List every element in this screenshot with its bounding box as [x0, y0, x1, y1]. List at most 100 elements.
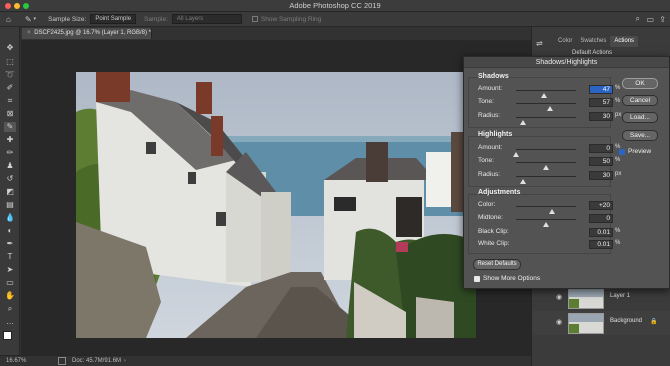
frame-tool-icon[interactable]: ⊠ [4, 109, 16, 119]
more-tools-icon[interactable]: … [4, 317, 16, 327]
eraser-tool-icon[interactable]: ◩ [4, 187, 16, 197]
village-photo [76, 72, 476, 338]
clone-stamp-icon[interactable]: ♟ [4, 161, 16, 171]
chevron-down-icon[interactable]: ▾ [34, 16, 37, 22]
eyedropper-icon[interactable]: ✎ [4, 122, 16, 132]
highlights-tone-thumb[interactable] [543, 165, 549, 170]
color-track[interactable] [516, 206, 576, 214]
shadows-radius-field[interactable]: 30 [589, 112, 613, 121]
white-clip-field[interactable]: 0.01 [589, 240, 613, 249]
shadows-amount-field[interactable]: 47 [589, 85, 613, 94]
midtone-track[interactable] [516, 219, 576, 227]
adjustments-heading: Adjustments [478, 189, 521, 196]
shadows-heading: Shadows [478, 73, 509, 80]
highlights-radius-unit: px [615, 171, 622, 177]
shape-tool-icon[interactable]: ▭ [4, 278, 16, 288]
marquee-tool-icon[interactable]: ⬚ [4, 57, 16, 67]
type-tool-icon[interactable]: T [4, 252, 16, 262]
layer-name[interactable]: Layer 1 [610, 293, 630, 299]
pen-tool-icon[interactable]: ✒ [4, 239, 16, 249]
tab-actions[interactable]: Actions [610, 36, 639, 47]
highlights-tone-unit: % [615, 157, 621, 163]
reset-defaults-button[interactable]: Reset Defaults [473, 259, 521, 270]
move-tool-icon[interactable]: ✥ [4, 43, 16, 53]
layer-row-layer1[interactable]: ◉ Layer 1 [532, 286, 670, 310]
sample-select[interactable]: All Layers [171, 14, 242, 24]
eye-icon[interactable]: ◉ [556, 293, 562, 301]
eye-icon[interactable]: ◉ [556, 318, 562, 326]
sample-size-select[interactable]: Point Sample [90, 14, 137, 24]
blur-tool-icon[interactable]: 💧 [4, 213, 16, 223]
crop-tool-icon[interactable]: ⌗ [4, 96, 16, 106]
shadows-tone-row: Tone: 57 % [478, 98, 620, 111]
hand-tool-icon[interactable]: ✋ [4, 291, 16, 301]
color-field[interactable]: +20 [589, 201, 613, 210]
shadows-tone-track[interactable] [516, 103, 576, 111]
cancel-button[interactable]: Cancel [622, 95, 658, 106]
highlights-radius-field[interactable]: 30 [589, 171, 613, 180]
history-brush-icon[interactable]: ↺ [4, 174, 16, 184]
show-ring-label: Show Sampling Ring [260, 15, 322, 23]
zoom-window-button[interactable] [23, 3, 29, 9]
path-select-icon[interactable]: ➤ [4, 265, 16, 275]
white-clip-label: White Clip: [478, 240, 510, 247]
load-button[interactable]: Load... [622, 112, 658, 123]
share-icon[interactable]: ⇪ [659, 15, 666, 24]
zoom-level[interactable]: 16.67% [6, 356, 26, 366]
highlights-amount-field[interactable]: 0 [589, 144, 613, 153]
zoom-tool-icon[interactable]: ⌕ [4, 304, 16, 314]
document-image[interactable] [76, 72, 476, 338]
layer-row-background[interactable]: ◉ Background 🔒 [532, 311, 670, 335]
highlights-tone-track[interactable] [516, 162, 576, 170]
healing-brush-icon[interactable]: ✚ [4, 135, 16, 145]
home-icon[interactable]: ⌂ [6, 15, 11, 24]
midtone-field[interactable]: 0 [589, 214, 613, 223]
window-title-bar: Adobe Photoshop CC 2019 [0, 0, 670, 12]
highlights-tone-field[interactable]: 50 [589, 157, 613, 166]
info-icon [58, 357, 66, 365]
brush-tool-icon[interactable]: ✏ [4, 148, 16, 158]
quick-select-tool-icon[interactable]: ✐ [4, 83, 16, 93]
shadows-tone-field[interactable]: 57 [589, 98, 613, 107]
lock-icon[interactable]: 🔒 [650, 318, 657, 325]
show-ring-checkbox[interactable] [251, 16, 258, 22]
highlights-radius-thumb[interactable] [520, 179, 527, 184]
minimize-window-button[interactable] [14, 3, 20, 9]
shadows-amount-track[interactable] [516, 90, 576, 98]
show-more-options-checkbox[interactable] [474, 276, 480, 282]
shadows-radius-unit: px [615, 112, 622, 118]
preview-checkbox[interactable] [619, 149, 625, 155]
document-tab[interactable]: × DSCF2425.jpg @ 16.7% (Layer 1, RGB/8) … [22, 28, 152, 39]
dodge-tool-icon[interactable]: ◐ [4, 226, 16, 236]
layer-name[interactable]: Background [610, 318, 642, 324]
status-arrow-icon[interactable]: › [124, 356, 126, 366]
highlights-radius-row: Radius: 30 px [478, 171, 621, 184]
close-window-button[interactable] [5, 3, 11, 9]
ok-button[interactable]: OK [622, 78, 658, 89]
highlights-amount-row: Amount: 0 % [478, 144, 620, 157]
highlights-radius-track[interactable] [516, 176, 576, 184]
search-icon[interactable]: ⌕ [636, 14, 640, 24]
save-button[interactable]: Save... [622, 130, 658, 141]
lasso-tool-icon[interactable]: ➰ [4, 70, 16, 80]
shadows-radius-thumb[interactable] [520, 120, 527, 125]
shadows-radius-track[interactable] [516, 117, 576, 125]
close-tab-icon[interactable]: × [27, 30, 31, 36]
foreground-color-swatch[interactable] [3, 331, 12, 340]
midtone-thumb[interactable] [543, 222, 549, 227]
eyedropper-tool-icon[interactable]: ✎ [25, 15, 32, 24]
color-row: Color: +20 [478, 201, 613, 214]
highlights-amount-track[interactable] [513, 149, 576, 157]
shadows-tone-thumb[interactable] [547, 106, 554, 111]
black-clip-field[interactable]: 0.01 [589, 228, 613, 237]
tab-color[interactable]: Color [554, 36, 576, 47]
highlights-radius-label: Radius: [478, 171, 501, 178]
panel-toggle-icon[interactable]: ⇌ [536, 39, 543, 48]
highlights-amount-label: Amount: [478, 144, 503, 151]
tab-swatches[interactable]: Swatches [576, 36, 610, 47]
options-bar: ⌂ ✎ ▾ Sample Size: Point Sample Sample: … [0, 12, 670, 27]
gradient-tool-icon[interactable]: ▤ [4, 200, 16, 210]
white-clip-row: White Clip: 0.01 % [478, 240, 620, 250]
workspace-icon[interactable]: ▭ [646, 15, 654, 24]
panel-tabs: Color Swatches Actions [554, 36, 639, 47]
